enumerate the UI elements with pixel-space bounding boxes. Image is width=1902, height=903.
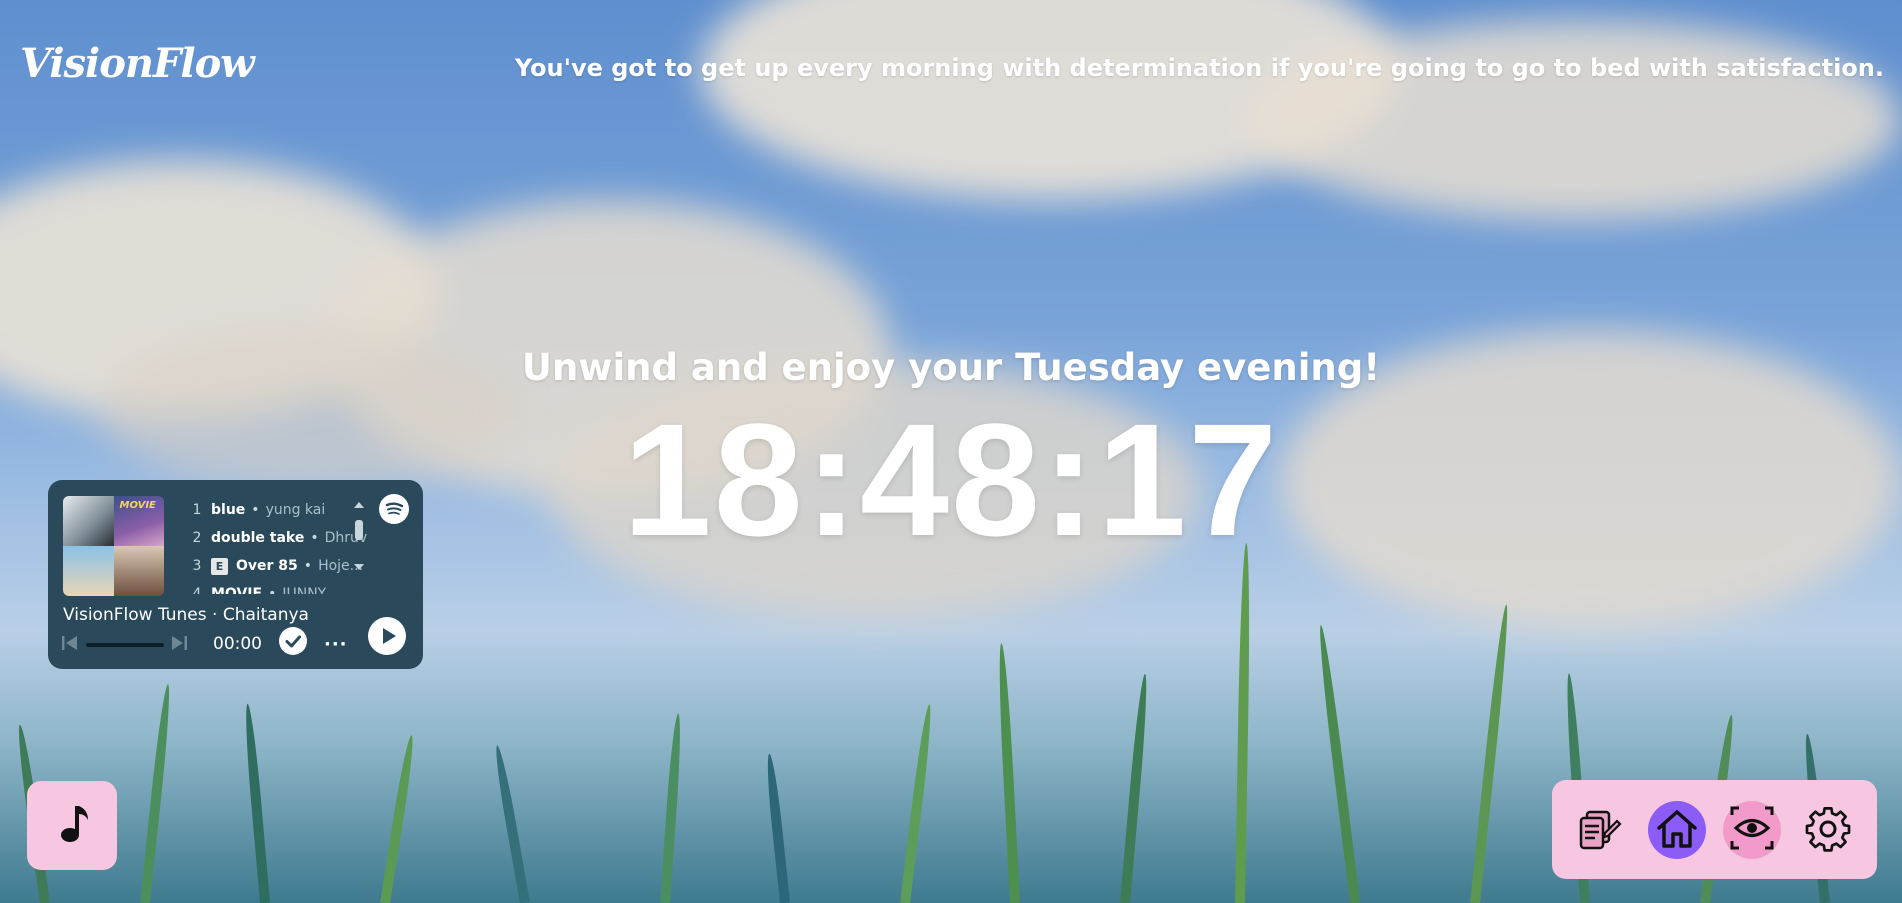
gear-icon <box>1803 803 1853 857</box>
app-logo: VisionFlow <box>20 40 255 87</box>
separator-dot: • <box>310 530 319 546</box>
track-title: blue <box>211 502 246 518</box>
bottom-dock <box>1552 780 1877 879</box>
track-number: 2 <box>192 530 202 546</box>
track-artist[interactable]: yung kai <box>266 502 326 518</box>
playback-time: 00:00 <box>213 634 262 654</box>
previous-track-icon[interactable] <box>61 634 79 652</box>
track-number: 3 <box>192 558 202 574</box>
home-icon <box>1653 804 1701 856</box>
track-title: Over 85 <box>236 558 298 574</box>
track-row[interactable]: 4 MOVIE • JUNNY <box>183 580 393 594</box>
home-button[interactable] <box>1648 801 1706 859</box>
progress-bar[interactable] <box>86 643 164 647</box>
track-title: MOVIE <box>211 586 263 594</box>
explicit-badge: E <box>211 557 228 575</box>
next-track-icon[interactable] <box>170 634 188 652</box>
separator-dot: • <box>303 558 313 574</box>
saved-check-icon[interactable] <box>279 627 307 655</box>
track-artist[interactable]: JUNNY <box>282 586 326 594</box>
notes-button[interactable] <box>1571 801 1629 859</box>
eye-icon <box>1727 803 1777 857</box>
track-number: 4 <box>192 586 202 594</box>
play-button[interactable] <box>368 617 406 655</box>
separator-dot: • <box>251 502 260 518</box>
playlist-title[interactable]: VisionFlow Tunes · Chaitanya <box>63 605 309 625</box>
music-toggle-button[interactable] <box>27 781 117 870</box>
greeting-text: Unwind and enjoy your Tuesday evening! <box>521 346 1381 389</box>
cover-art-label: MOVIE <box>119 500 156 511</box>
spotify-player: MOVIE 1 blue • yung kai 2 double take • … <box>48 480 423 669</box>
track-number: 1 <box>192 502 202 518</box>
music-note-icon <box>52 802 92 850</box>
notes-icon <box>1575 803 1625 857</box>
more-options-button[interactable]: ··· <box>324 634 348 655</box>
playlist-cover-art[interactable]: MOVIE <box>63 496 164 596</box>
spotify-icon[interactable] <box>379 494 409 524</box>
track-title: double take <box>211 530 305 546</box>
separator-dot: • <box>268 586 277 594</box>
track-list-scrollbar[interactable] <box>352 500 366 572</box>
daily-quote: You've got to get up every morning with … <box>514 54 1884 82</box>
focus-mode-button[interactable] <box>1723 801 1781 859</box>
settings-button[interactable] <box>1799 801 1857 859</box>
